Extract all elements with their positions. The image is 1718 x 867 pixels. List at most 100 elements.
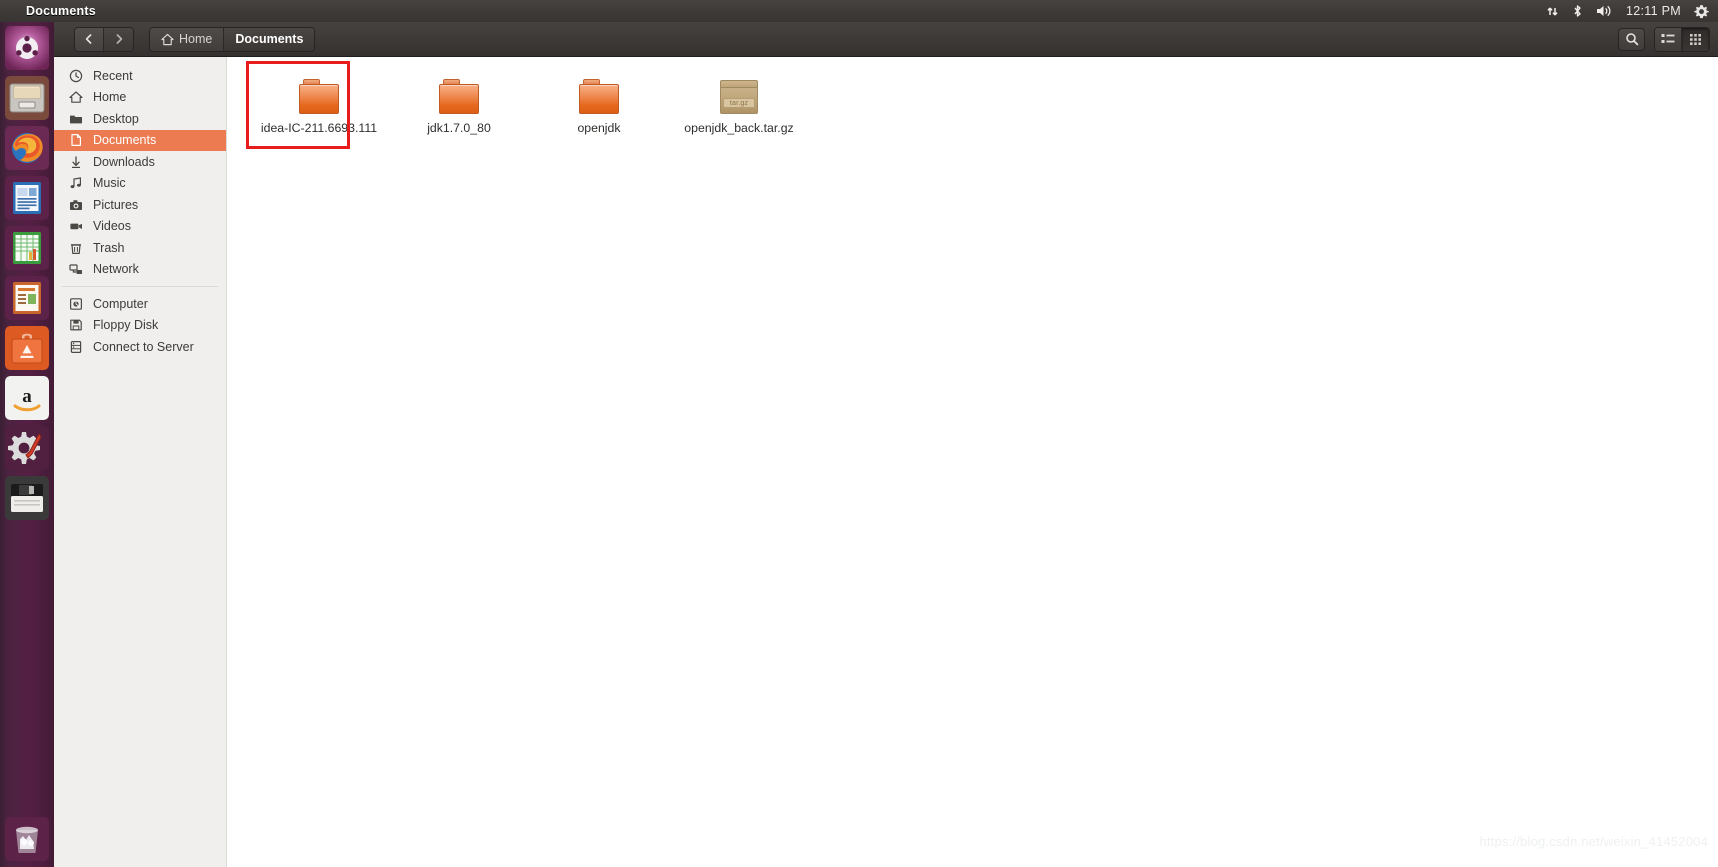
sidebar-item-label: Pictures bbox=[93, 197, 139, 212]
file-item-label: idea-IC-211.6693.111 bbox=[260, 121, 378, 135]
folder-icon bbox=[296, 77, 342, 117]
archive-icon: tar.gz bbox=[716, 77, 762, 117]
unity-launcher: a bbox=[0, 22, 54, 867]
home-icon bbox=[68, 89, 84, 105]
folder-icon bbox=[68, 111, 84, 127]
file-item[interactable]: tar.gz openjdk_back.tar.gz bbox=[669, 71, 809, 139]
file-manager-toolbar: Home Documents bbox=[54, 22, 1718, 57]
forward-button[interactable] bbox=[104, 27, 133, 51]
launcher-item-floppy-drive[interactable] bbox=[5, 476, 49, 520]
launcher-item-firefox[interactable] bbox=[5, 126, 49, 170]
sidebar-item-computer[interactable]: Computer bbox=[54, 293, 226, 315]
launcher-item-ubuntu-dash[interactable] bbox=[5, 26, 49, 70]
grid-view-button[interactable] bbox=[1682, 27, 1709, 51]
sidebar-item-label: Network bbox=[93, 262, 139, 277]
places-sidebar: Recent Home Desktop Documents Downloads … bbox=[54, 57, 227, 867]
sidebar-item-connect-to-server[interactable]: Connect to Server bbox=[54, 336, 226, 358]
sidebar-item-network[interactable]: Network bbox=[54, 259, 226, 281]
file-list-view[interactable]: idea-IC-211.6693.111 jdk1.7.0_80 openjdk bbox=[227, 57, 1718, 867]
file-item[interactable]: jdk1.7.0_80 bbox=[389, 71, 529, 139]
sidebar-item-label: Documents bbox=[93, 133, 157, 148]
file-item-label: jdk1.7.0_80 bbox=[427, 121, 491, 135]
sidebar-item-label: Connect to Server bbox=[93, 339, 194, 354]
watermark-text: https://blog.csdn.net/weixin_41452004 bbox=[1479, 834, 1708, 849]
launcher-item-amazon[interactable]: a bbox=[5, 376, 49, 420]
sidebar-item-label: Floppy Disk bbox=[93, 318, 159, 333]
search-button[interactable] bbox=[1618, 27, 1645, 51]
desktop-screen: Documents 12:11 PM a Home Documents Rece… bbox=[0, 0, 1718, 867]
floppy-disk-icon bbox=[68, 317, 84, 333]
launcher-item-trash[interactable] bbox=[5, 817, 49, 861]
breadcrumb-label: Home bbox=[179, 32, 213, 46]
sidebar-item-home[interactable]: Home bbox=[54, 87, 226, 109]
camera-icon bbox=[68, 197, 84, 213]
top-panel: Documents 12:11 PM bbox=[0, 0, 1718, 22]
sidebar-item-pictures[interactable]: Pictures bbox=[54, 194, 226, 216]
clock[interactable]: 12:11 PM bbox=[1626, 4, 1681, 18]
view-mode-buttons bbox=[1654, 26, 1710, 52]
chevron-left-icon bbox=[85, 34, 92, 44]
sidebar-item-recent[interactable]: Recent bbox=[54, 65, 226, 87]
back-button[interactable] bbox=[75, 27, 104, 51]
launcher-item-files[interactable] bbox=[5, 76, 49, 120]
sidebar-item-floppy-disk[interactable]: Floppy Disk bbox=[54, 315, 226, 337]
breadcrumb: Home Documents bbox=[149, 26, 316, 52]
sidebar-item-label: Music bbox=[93, 176, 126, 191]
toolbar-right-buttons bbox=[1618, 26, 1710, 52]
file-icon-grid: idea-IC-211.6693.111 jdk1.7.0_80 openjdk bbox=[227, 57, 1718, 139]
panel-app-title[interactable]: Documents bbox=[26, 4, 96, 18]
clock-icon bbox=[68, 68, 84, 84]
launcher-item-system-settings[interactable] bbox=[5, 426, 49, 470]
breadcrumb-label: Documents bbox=[235, 32, 304, 46]
file-item[interactable]: openjdk bbox=[529, 71, 669, 139]
volume-icon[interactable] bbox=[1596, 4, 1613, 18]
sidebar-item-music[interactable]: Music bbox=[54, 173, 226, 195]
gear-icon[interactable] bbox=[1694, 4, 1709, 19]
video-camera-icon bbox=[68, 218, 84, 234]
sidebar-item-desktop[interactable]: Desktop bbox=[54, 108, 226, 130]
archive-badge: tar.gz bbox=[723, 98, 755, 108]
launcher-item-software-center[interactable] bbox=[5, 326, 49, 370]
network-updown-icon[interactable] bbox=[1546, 5, 1559, 18]
bluetooth-icon[interactable] bbox=[1572, 4, 1583, 18]
sidebar-item-label: Downloads bbox=[93, 154, 155, 169]
window-body: Recent Home Desktop Documents Downloads … bbox=[54, 57, 1718, 867]
network-icon bbox=[68, 261, 84, 277]
sidebar-item-label: Desktop bbox=[93, 111, 139, 126]
sidebar-item-downloads[interactable]: Downloads bbox=[54, 151, 226, 173]
sidebar-item-label: Videos bbox=[93, 219, 131, 234]
launcher-item-calc[interactable] bbox=[5, 226, 49, 270]
music-note-icon bbox=[68, 175, 84, 191]
sidebar-item-label: Recent bbox=[93, 68, 133, 83]
navigation-buttons bbox=[74, 26, 134, 52]
sidebar-item-trash[interactable]: Trash bbox=[54, 237, 226, 259]
home-icon bbox=[161, 33, 174, 45]
file-item[interactable]: idea-IC-211.6693.111 bbox=[249, 71, 389, 139]
sidebar-item-documents[interactable]: Documents bbox=[54, 129, 226, 151]
launcher-item-writer[interactable] bbox=[5, 176, 49, 220]
list-view-button[interactable] bbox=[1655, 27, 1682, 51]
breadcrumb-item-home[interactable]: Home bbox=[150, 27, 225, 51]
file-manager-window: Home Documents Recent Home Desktop Docum… bbox=[54, 22, 1718, 867]
file-item-label: openjdk_back.tar.gz bbox=[684, 121, 794, 135]
svg-text:a: a bbox=[22, 386, 32, 407]
trash-icon bbox=[68, 240, 84, 256]
folder-icon bbox=[576, 77, 622, 117]
grid-view-icon bbox=[1690, 33, 1701, 45]
search-icon bbox=[1625, 33, 1638, 46]
download-arrow-icon bbox=[68, 154, 84, 170]
file-item-label: openjdk bbox=[577, 121, 621, 135]
folder-icon bbox=[436, 77, 482, 117]
system-tray: 12:11 PM bbox=[1546, 4, 1718, 19]
sidebar-item-label: Trash bbox=[93, 240, 125, 255]
list-view-icon bbox=[1661, 34, 1675, 43]
breadcrumb-item-documents[interactable]: Documents bbox=[224, 27, 315, 51]
sidebar-separator bbox=[62, 286, 218, 287]
sidebar-item-videos[interactable]: Videos bbox=[54, 216, 226, 238]
computer-icon bbox=[68, 296, 84, 312]
sidebar-item-label: Home bbox=[93, 90, 127, 105]
sidebar-item-label: Computer bbox=[93, 296, 148, 311]
launcher-item-impress[interactable] bbox=[5, 276, 49, 320]
server-connect-icon bbox=[68, 339, 84, 355]
chevron-right-icon bbox=[116, 34, 122, 44]
